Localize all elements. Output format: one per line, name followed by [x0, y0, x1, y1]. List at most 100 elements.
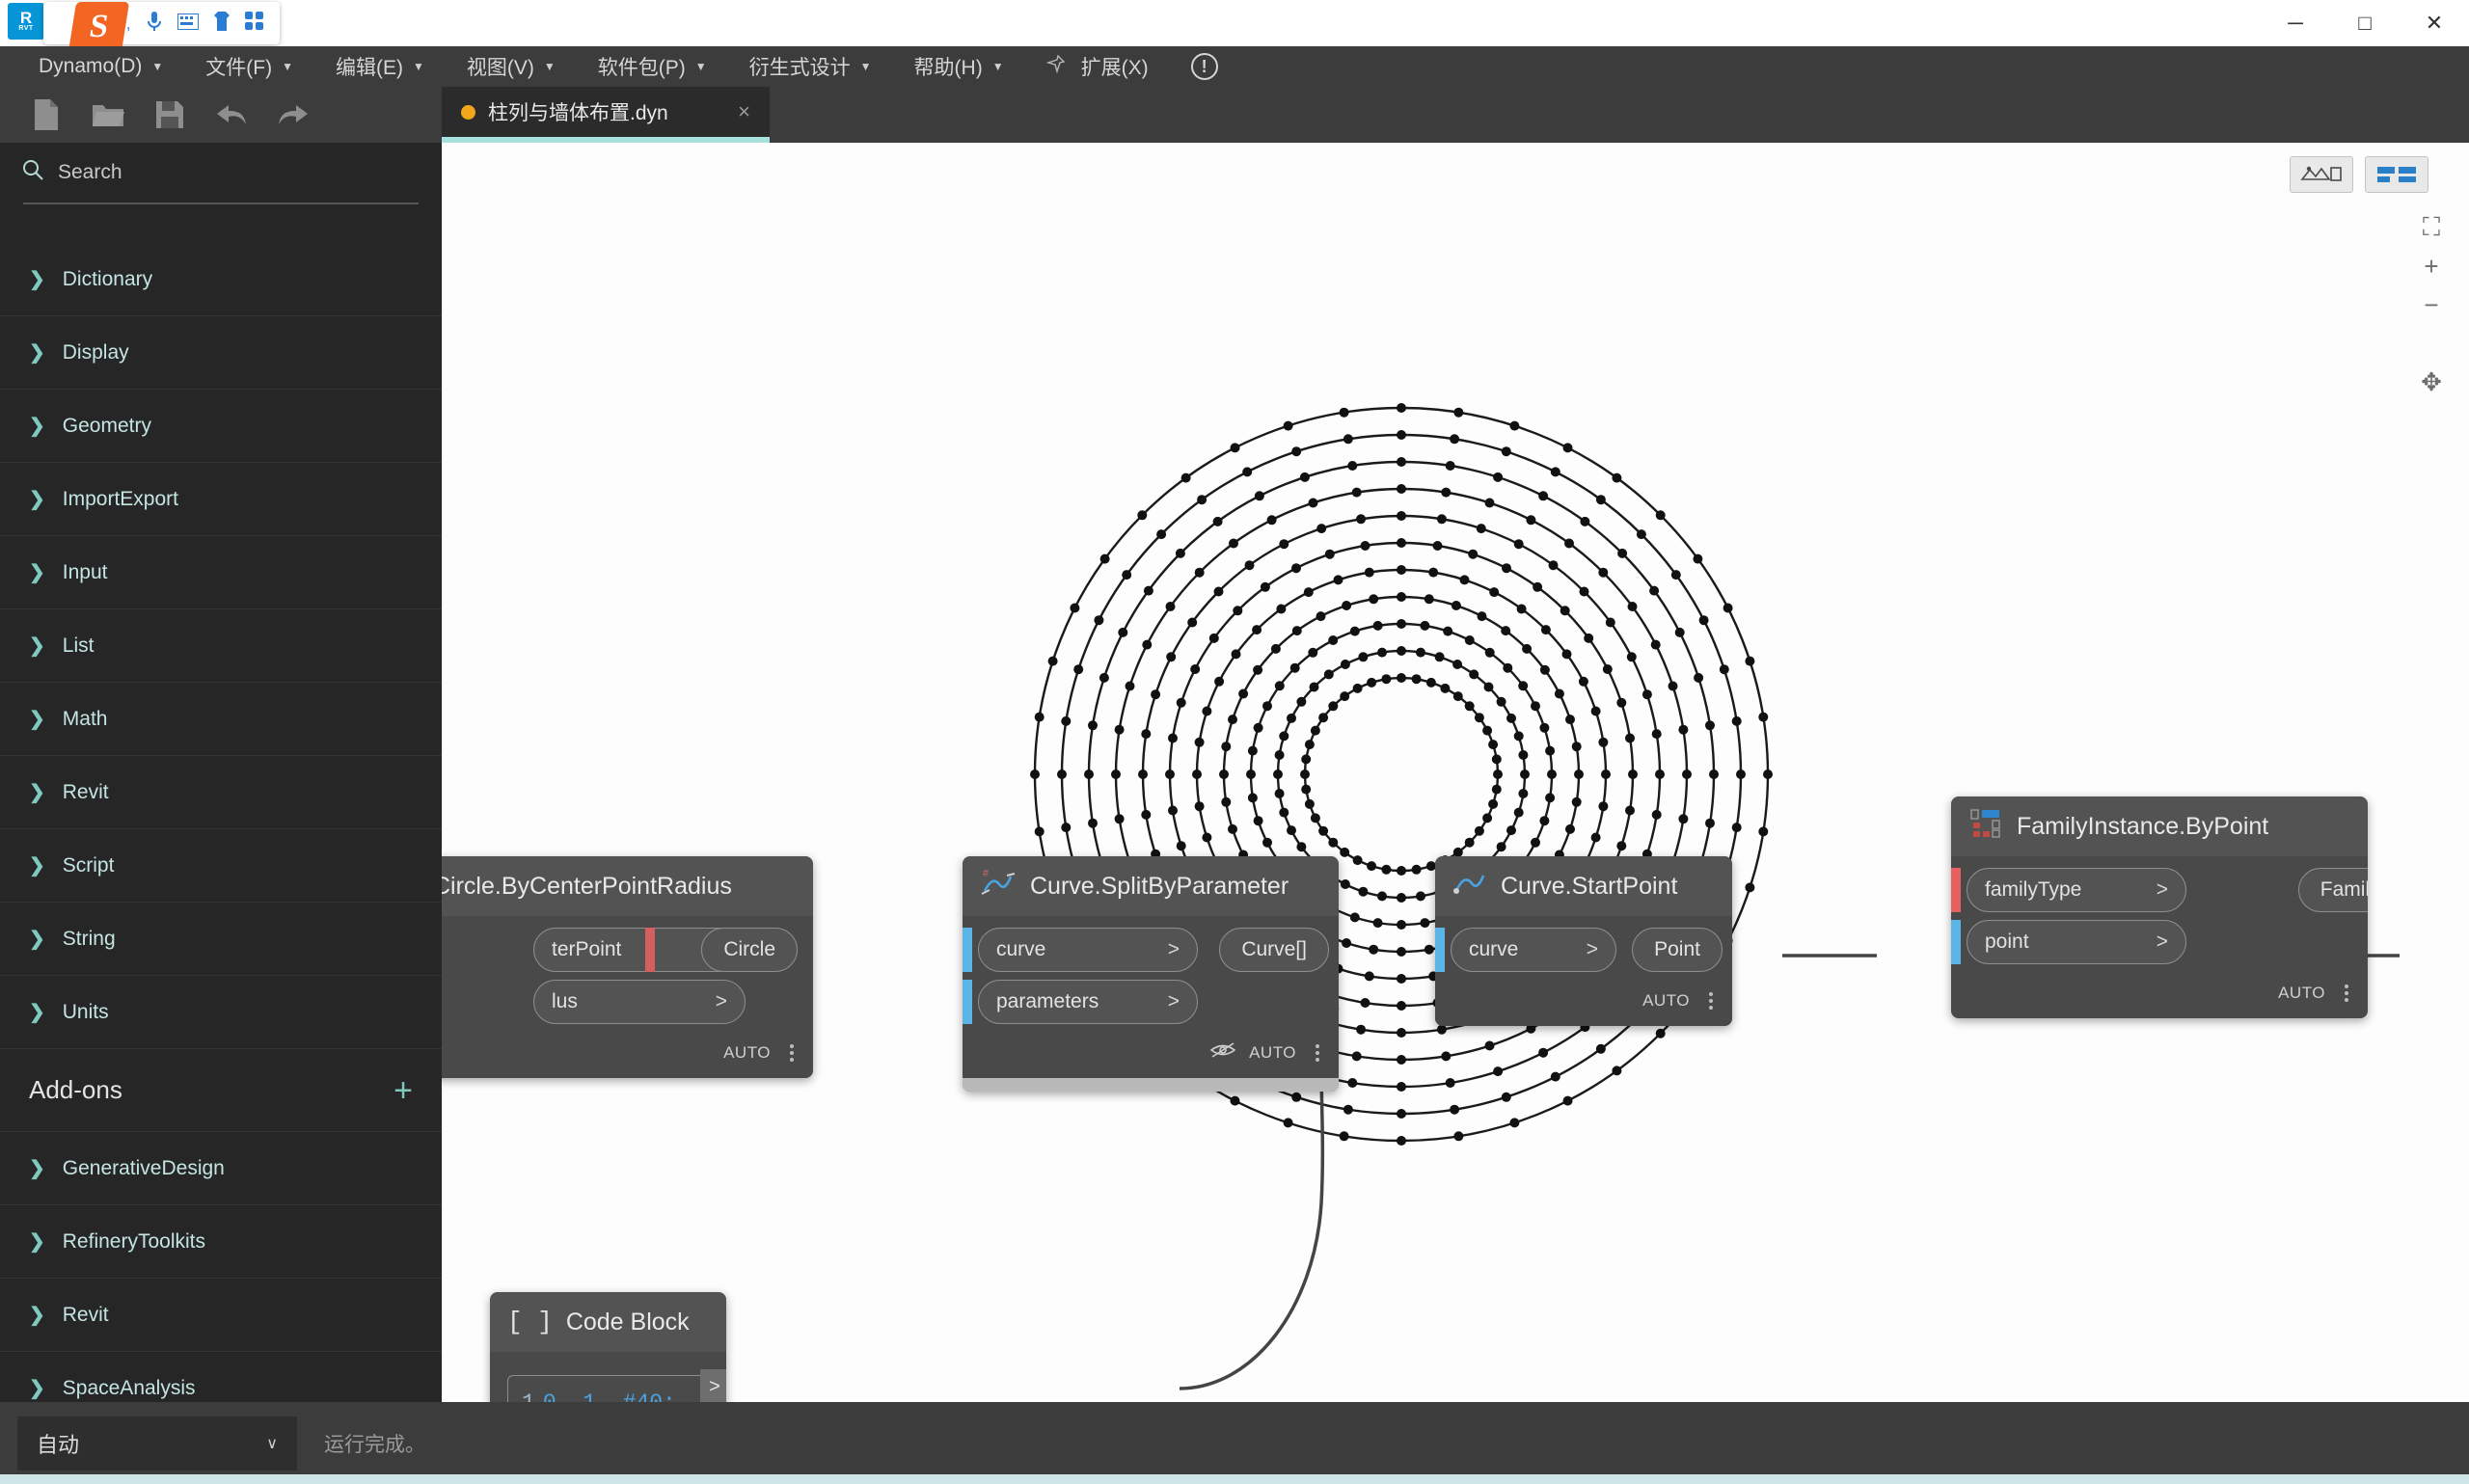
sidebar-item-list[interactable]: ❯ List	[0, 609, 442, 683]
node-context-menu-icon[interactable]	[1703, 992, 1719, 1010]
menu-file[interactable]: 文件(F) ▼	[184, 46, 314, 87]
maximize-button[interactable]: □	[2330, 0, 2400, 46]
sidebar-item-string[interactable]: ❯ String	[0, 903, 442, 976]
input-port-parameters[interactable]: parameters >	[978, 980, 1198, 1024]
zoom-out-icon[interactable]: −	[2411, 287, 2452, 322]
menu-extensions[interactable]: 扩展(X)	[1025, 46, 1170, 87]
ime-soft-keyboard-icon[interactable]	[176, 13, 199, 34]
port-expand-icon[interactable]: >	[1587, 938, 1598, 961]
background-preview-icon[interactable]	[2290, 156, 2353, 193]
save-icon[interactable]	[150, 95, 189, 134]
node-header[interactable]: # Circle.ByCenterPointRadius	[442, 856, 813, 916]
output-port-familyinstance[interactable]: FamilyInstance	[2297, 868, 2368, 912]
input-port-row[interactable]: curve > Point	[1435, 924, 1732, 976]
close-icon[interactable]: ×	[738, 99, 750, 124]
ime-skin-theme-icon[interactable]	[212, 11, 231, 36]
ime-sogou-logo[interactable]: S	[68, 2, 130, 52]
port-expand-icon[interactable]: >	[2157, 931, 2168, 954]
input-port-row[interactable]: point >	[1951, 916, 2368, 968]
ime-voice-input-icon[interactable]	[145, 10, 164, 37]
node-body: terPoint > Circle lus > AUTO	[442, 916, 813, 1078]
sidebar-item-label: Math	[62, 707, 108, 730]
sidebar-item-addons-revit[interactable]: ❯ Revit	[0, 1279, 442, 1352]
code-block-editor[interactable]: 1 0..1..#40;	[507, 1375, 709, 1402]
sidebar-item-input[interactable]: ❯ Input	[0, 536, 442, 609]
node-curve-splitbyparameter[interactable]: # Curve.SplitByParameter curve > Curve[]	[963, 856, 1339, 1092]
menu-packages[interactable]: 软件包(P) ▼	[577, 46, 728, 87]
redo-icon[interactable]	[274, 95, 312, 134]
sidebar-item-math[interactable]: ❯ Math	[0, 683, 442, 756]
input-port-radius[interactable]: lus >	[533, 980, 746, 1024]
menu-generative-design[interactable]: 衍生式设计 ▼	[728, 46, 893, 87]
dynamo-application-window: R RVT 英 ’, S ─ □ ✕	[0, 0, 2469, 1484]
port-expand-icon[interactable]: >	[716, 990, 727, 1013]
input-port-row[interactable]: familyType > FamilyInstance	[1951, 864, 2368, 916]
sidebar-item-generativedesign[interactable]: ❯ GenerativeDesign	[0, 1132, 442, 1205]
sidebar-item-units[interactable]: ❯ Units	[0, 976, 442, 1049]
graph-canvas[interactable]: ⛶ + − ✥ # Circle.ByCenterPointRadius ter…	[442, 143, 2469, 1402]
minimize-button[interactable]: ─	[2261, 0, 2330, 46]
close-button[interactable]: ✕	[2400, 0, 2469, 46]
ime-toolbox-icon[interactable]	[244, 12, 264, 35]
node-circle-bycenterpointradius[interactable]: # Circle.ByCenterPointRadius terPoint > …	[442, 856, 813, 1078]
menu-packages-label: 软件包(P)	[597, 57, 686, 79]
menu-view[interactable]: 视图(V) ▼	[446, 46, 577, 87]
open-folder-icon[interactable]	[89, 95, 127, 134]
input-port-familytype[interactable]: familyType >	[1967, 868, 2186, 912]
sidebar-item-importexport[interactable]: ❯ ImportExport	[0, 463, 442, 536]
bottom-accent-bar	[0, 1474, 2469, 1484]
input-port-row[interactable]: curve > Curve[]	[963, 924, 1339, 976]
new-file-icon[interactable]	[27, 95, 66, 134]
node-context-menu-icon[interactable]	[2339, 985, 2354, 1002]
port-expand-icon[interactable]: >	[2157, 878, 2168, 902]
menu-view-label: 视图(V)	[466, 57, 534, 79]
input-port-curve[interactable]: curve >	[978, 928, 1198, 972]
node-code-block[interactable]: [ ] Code Block 1 0..1..#40; >	[490, 1292, 726, 1402]
add-package-icon[interactable]: +	[393, 1074, 413, 1107]
node-context-menu-icon[interactable]	[1310, 1044, 1325, 1062]
undo-icon[interactable]	[212, 95, 251, 134]
menu-help[interactable]: 帮助(H) ▼	[893, 46, 1025, 87]
output-port-curves[interactable]: Curve[]	[1219, 928, 1329, 972]
menu-edit[interactable]: 编辑(E) ▼	[314, 46, 446, 87]
node-familyinstance-bypoint[interactable]: FamilyInstance.ByPoint familyType > Fami…	[1951, 796, 2368, 1018]
node-header[interactable]: [ ] Code Block	[490, 1292, 726, 1352]
preview-off-icon[interactable]	[1209, 1041, 1236, 1065]
output-port-point[interactable]: Point	[1632, 928, 1723, 972]
input-port-curve[interactable]: curve >	[1451, 928, 1616, 972]
input-port-row[interactable]: terPoint > Circle	[442, 924, 813, 976]
input-port-label: curve	[996, 938, 1046, 960]
sidebar-item-label: ImportExport	[62, 487, 178, 510]
pan-icon[interactable]: ✥	[2411, 364, 2452, 399]
sidebar-item-display[interactable]: ❯ Display	[0, 316, 442, 390]
input-port-row[interactable]: lus >	[442, 976, 813, 1028]
node-header[interactable]: Curve.StartPoint	[1435, 856, 1732, 916]
search-input[interactable]: Search	[0, 143, 442, 202]
node-header[interactable]: # Curve.SplitByParameter	[963, 856, 1339, 916]
node-curve-startpoint[interactable]: Curve.StartPoint curve > Point AUTO	[1435, 856, 1732, 1026]
graph-view-icon[interactable]	[2365, 156, 2428, 193]
document-tab[interactable]: 柱列与墙体布置.dyn ×	[442, 87, 770, 137]
port-expand-icon[interactable]: >	[1168, 990, 1180, 1013]
input-port-row[interactable]: parameters >	[963, 976, 1339, 1028]
node-context-menu-icon[interactable]	[784, 1044, 800, 1062]
notification-warning-icon[interactable]: !	[1190, 53, 1218, 80]
ime-floating-toolbar[interactable]: 英 ’, S	[43, 2, 280, 52]
menu-dynamo[interactable]: Dynamo(D) ▼	[17, 46, 184, 87]
sidebar-item-dictionary[interactable]: ❯ Dictionary	[0, 243, 442, 316]
fit-view-icon[interactable]: ⛶	[2411, 210, 2452, 245]
sidebar-item-refinerytoolkits[interactable]: ❯ RefineryToolkits	[0, 1205, 442, 1279]
code-block-text[interactable]: 0..1..#40;	[543, 1390, 676, 1402]
sidebar-item-script[interactable]: ❯ Script	[0, 829, 442, 903]
code-block-output-port[interactable]: >	[700, 1369, 726, 1402]
sidebar-item-geometry[interactable]: ❯ Geometry	[0, 390, 442, 463]
sidebar-item-revit[interactable]: ❯ Revit	[0, 756, 442, 829]
sidebar-item-label: Script	[62, 853, 115, 877]
sidebar-item-spaceanalysis[interactable]: ❯ SpaceAnalysis	[0, 1352, 442, 1402]
zoom-in-icon[interactable]: +	[2411, 249, 2452, 283]
input-port-point[interactable]: point >	[1967, 920, 2186, 964]
output-port-circle[interactable]: Circle	[701, 928, 798, 972]
node-header[interactable]: FamilyInstance.ByPoint	[1951, 796, 2368, 856]
port-expand-icon[interactable]: >	[1168, 938, 1180, 961]
run-mode-select[interactable]: 自动 ∨	[17, 1416, 297, 1471]
